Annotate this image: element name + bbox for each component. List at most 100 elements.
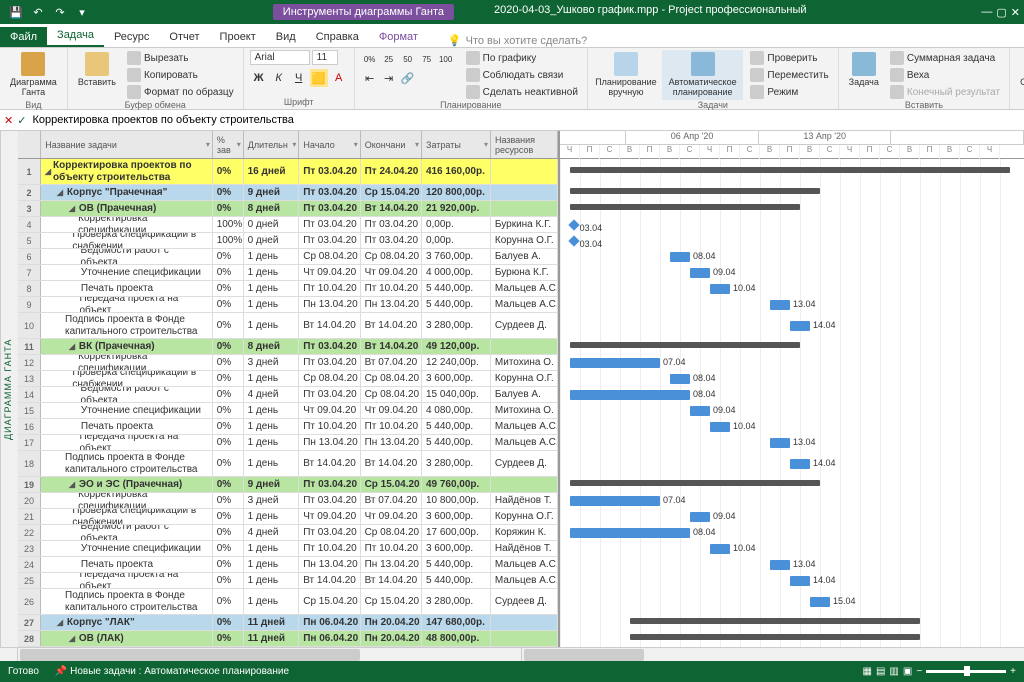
table-row[interactable]: 14Ведомости работ с объекта0%4 днейПт 03… bbox=[18, 387, 558, 403]
table-row[interactable]: 12Корректировка спецификации0%3 днейПт 0… bbox=[18, 355, 558, 371]
milestone-button[interactable]: Веха bbox=[887, 67, 1003, 83]
gantt-task-bar[interactable]: 10.04 bbox=[710, 284, 730, 294]
table-row[interactable]: 20Корректировка спецификации0%3 днейПт 0… bbox=[18, 493, 558, 509]
italic-button[interactable]: К bbox=[270, 69, 288, 87]
table-row[interactable]: 10Подпись проекта в Фонде капитального с… bbox=[18, 313, 558, 339]
respect-links-button[interactable]: Соблюдать связи bbox=[463, 67, 581, 83]
tab-task[interactable]: Задача bbox=[47, 25, 104, 47]
formula-input[interactable] bbox=[32, 114, 1020, 126]
table-row[interactable]: 11◢ВК (Прачечная)0%8 днейПт 03.04.20Вт 1… bbox=[18, 339, 558, 355]
zoom-slider[interactable] bbox=[926, 670, 1006, 673]
table-row[interactable]: 5Проверка спецификации в снабжении100%0 … bbox=[18, 233, 558, 249]
tell-me-search[interactable]: 💡 Что вы хотите сделать? bbox=[448, 34, 587, 47]
collapse-icon[interactable]: ◢ bbox=[69, 634, 77, 643]
gantt-summary-bar[interactable] bbox=[570, 342, 800, 348]
mode-button[interactable]: Режим bbox=[747, 84, 831, 100]
tab-report[interactable]: Отчет bbox=[159, 27, 209, 47]
pct25-button[interactable]: 25 bbox=[380, 50, 398, 68]
gantt-task-bar[interactable]: 13.04 bbox=[770, 438, 790, 448]
cancel-entry-icon[interactable]: ✕ bbox=[4, 114, 13, 127]
pct0-button[interactable]: 0% bbox=[361, 50, 379, 68]
minimize-icon[interactable]: — bbox=[981, 6, 992, 19]
auto-schedule-button[interactable]: Автоматическое планирование bbox=[662, 50, 744, 100]
font-size-select[interactable]: 11 bbox=[312, 50, 338, 65]
gantt-summary-bar[interactable] bbox=[630, 618, 920, 624]
font-name-select[interactable]: Arial bbox=[250, 50, 310, 65]
deliverable-button[interactable]: Конечный результат bbox=[887, 84, 1003, 100]
view-btn-2[interactable]: ▤ bbox=[876, 666, 885, 677]
zoom-out-icon[interactable]: − bbox=[916, 666, 922, 677]
gantt-task-bar[interactable]: 14.04 bbox=[790, 576, 810, 586]
manual-schedule-button[interactable]: Планирование вручную bbox=[594, 50, 658, 100]
table-row[interactable]: 18Подпись проекта в Фонде капитального с… bbox=[18, 451, 558, 477]
tab-resource[interactable]: Ресурс bbox=[104, 27, 159, 47]
col-rownum[interactable] bbox=[18, 131, 41, 158]
bold-button[interactable]: Ж bbox=[250, 69, 268, 87]
move-button[interactable]: Переместить bbox=[747, 67, 831, 83]
tab-help[interactable]: Справка bbox=[306, 27, 369, 47]
col-start[interactable]: Начало bbox=[299, 131, 360, 158]
gantt-chart[interactable]: 06 Апр '2013 Апр '20 ЧПСВПВСЧПСВПВСЧПСВП… bbox=[558, 131, 1024, 647]
gantt-task-bar[interactable]: 10.04 bbox=[710, 544, 730, 554]
collapse-icon[interactable]: ◢ bbox=[45, 167, 51, 176]
view-btn-1[interactable]: ▦ bbox=[863, 666, 872, 677]
collapse-icon[interactable]: ◢ bbox=[69, 342, 77, 351]
gantt-task-bar[interactable]: 13.04 bbox=[770, 300, 790, 310]
link-button[interactable]: 🔗 bbox=[399, 69, 417, 87]
gantt-task-bar[interactable]: 14.04 bbox=[790, 459, 810, 469]
info-button[interactable]: Сведения bbox=[1016, 50, 1024, 90]
zoom-in-icon[interactable]: + bbox=[1010, 666, 1016, 677]
redo-icon[interactable]: ↷ bbox=[52, 4, 68, 20]
undo-icon[interactable]: ↶ bbox=[30, 4, 46, 20]
collapse-icon[interactable]: ◢ bbox=[57, 618, 65, 627]
collapse-icon[interactable]: ◢ bbox=[57, 188, 65, 197]
inactivate-button[interactable]: Сделать неактивной bbox=[463, 84, 581, 100]
task-insert-button[interactable]: Задача bbox=[845, 50, 883, 90]
copy-button[interactable]: Копировать bbox=[124, 67, 237, 83]
col-pct[interactable]: % зав bbox=[213, 131, 244, 158]
horizontal-scrollbar[interactable] bbox=[0, 647, 1024, 661]
gantt-task-bar[interactable]: 08.04 bbox=[670, 374, 690, 384]
gantt-summary-bar[interactable] bbox=[570, 167, 1010, 173]
table-row[interactable]: 13Проверка спецификации в снабжении0%1 д… bbox=[18, 371, 558, 387]
gantt-task-bar[interactable]: 13.04 bbox=[770, 560, 790, 570]
gantt-task-bar[interactable]: 14.04 bbox=[790, 321, 810, 331]
save-icon[interactable]: 💾 bbox=[8, 4, 24, 20]
gantt-chart-button[interactable]: Диаграмма Ганта bbox=[6, 50, 61, 100]
paste-button[interactable]: Вставить bbox=[74, 50, 120, 90]
underline-button[interactable]: Ч bbox=[290, 69, 308, 87]
collapse-icon[interactable]: ◢ bbox=[69, 204, 77, 213]
summary-task-button[interactable]: Суммарная задача bbox=[887, 50, 1003, 66]
gantt-task-bar[interactable]: 09.04 bbox=[690, 406, 710, 416]
gantt-summary-bar[interactable] bbox=[630, 634, 920, 640]
view-btn-3[interactable]: ▥ bbox=[889, 666, 898, 677]
tab-project[interactable]: Проект bbox=[210, 27, 266, 47]
table-row[interactable]: 24Печать проекта0%1 деньПн 13.04.20Пн 13… bbox=[18, 557, 558, 573]
fill-color-button[interactable]: 🟨 bbox=[310, 69, 328, 87]
gantt-summary-bar[interactable] bbox=[570, 204, 800, 210]
gantt-task-bar[interactable]: 10.04 bbox=[710, 422, 730, 432]
zoom-controls[interactable]: ▦ ▤ ▥ ▣ − + bbox=[863, 666, 1017, 677]
table-row[interactable]: 21Проверка спецификации в снабжении0%1 д… bbox=[18, 509, 558, 525]
indent-button[interactable]: ⇥ bbox=[380, 69, 398, 87]
pct50-button[interactable]: 50 bbox=[399, 50, 417, 68]
maximize-icon[interactable]: ▢ bbox=[996, 6, 1006, 19]
gantt-task-bar[interactable]: 09.04 bbox=[690, 512, 710, 522]
tab-view[interactable]: Вид bbox=[266, 27, 306, 47]
gantt-task-bar[interactable]: 08.04 bbox=[570, 528, 690, 538]
table-row[interactable]: 28◢ОВ (ЛАК)0%11 днейПн 06.04.20Пн 20.04.… bbox=[18, 631, 558, 647]
table-row[interactable]: 2◢Корпус "Прачечная"0%9 днейПт 03.04.20С… bbox=[18, 185, 558, 201]
tab-file[interactable]: Файл bbox=[0, 27, 47, 47]
qat-more-icon[interactable]: ▾ bbox=[74, 4, 90, 20]
gantt-task-bar[interactable]: 07.04 bbox=[570, 358, 660, 368]
table-row[interactable]: 4Корректировка спецификации100%0 днейПт … bbox=[18, 217, 558, 233]
col-duration[interactable]: Длительн bbox=[244, 131, 300, 158]
view-btn-4[interactable]: ▣ bbox=[903, 666, 912, 677]
gantt-task-bar[interactable]: 09.04 bbox=[690, 268, 710, 278]
close-icon[interactable]: ✕ bbox=[1011, 6, 1020, 19]
table-row[interactable]: 7Уточнение спецификации0%1 деньЧт 09.04.… bbox=[18, 265, 558, 281]
inspect-button[interactable]: Проверить bbox=[747, 50, 831, 66]
table-row[interactable]: 3◢ОВ (Прачечная)0%8 днейПт 03.04.20Вт 14… bbox=[18, 201, 558, 217]
gantt-summary-bar[interactable] bbox=[570, 480, 820, 486]
cut-button[interactable]: Вырезать bbox=[124, 50, 237, 66]
